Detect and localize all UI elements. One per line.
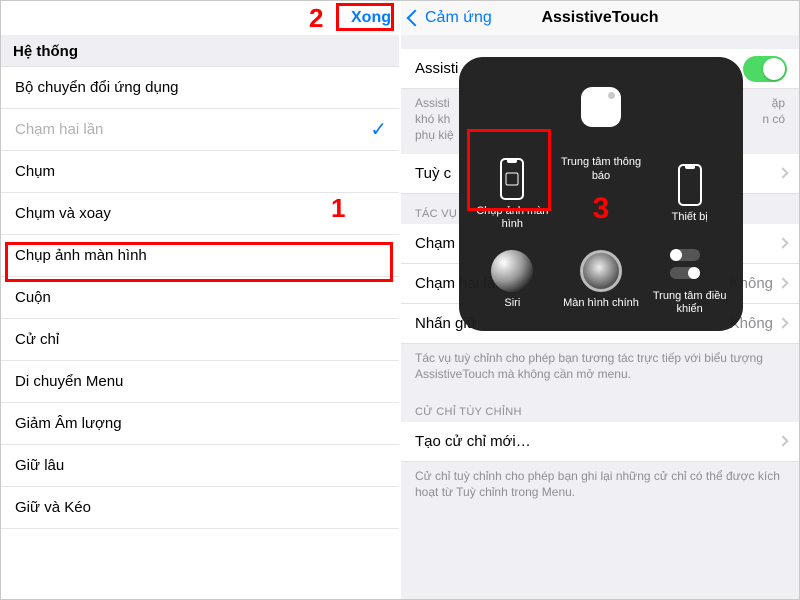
list-item[interactable]: Chụm: [1, 151, 399, 193]
list-item-label: Giữ và Kéo: [15, 499, 91, 516]
screenshot-container: Xong Hệ thống Bộ chuyển đổi ứng dụng Chạ…: [0, 0, 800, 600]
list-item-label: Bộ chuyển đổi ứng dụng: [15, 79, 179, 96]
list-item-screenshot[interactable]: Chụp ảnh màn hình: [1, 235, 399, 277]
list-item-label: Cuộn: [15, 289, 51, 306]
gestures-footer-text: Cử chỉ tuỳ chỉnh cho phép bạn ghi lại nh…: [401, 462, 799, 510]
actions-footer-text: Tác vụ tuỳ chỉnh cho phép bạn tương tác …: [401, 344, 799, 392]
list-item-label: Giữ lâu: [15, 457, 64, 474]
siri-icon: [491, 250, 533, 292]
done-button[interactable]: Xong: [351, 9, 391, 27]
back-button[interactable]: Cảm ứng: [409, 9, 492, 27]
right-pane-assistivetouch-settings: Cảm ứng AssistiveTouch Assisti Assisti k…: [401, 1, 799, 599]
screenshot-icon: [500, 158, 524, 200]
section-header-system: Hệ thống: [1, 35, 399, 67]
chevron-right-icon: [777, 237, 788, 248]
atouch-home[interactable]: Màn hình chính: [558, 238, 645, 321]
atouch-label: Trung tâm thông báo: [558, 156, 645, 182]
chevron-left-icon: [407, 10, 424, 27]
atouch-label: Trung tâm điều khiển: [646, 290, 733, 316]
favorite-icon: [581, 87, 621, 127]
control-center-icon: [670, 249, 710, 279]
left-nav-bar: Xong: [1, 1, 399, 35]
atouch-favorite-slot[interactable]: [558, 67, 645, 150]
atouch-label: Siri: [504, 297, 520, 310]
chevron-right-icon: [777, 436, 788, 447]
chevron-right-icon: [777, 277, 788, 288]
list-item[interactable]: Cuộn: [1, 277, 399, 319]
chevron-right-icon: [777, 167, 788, 178]
atouch-control-center[interactable]: Trung tâm điều khiển: [646, 238, 733, 321]
list-item[interactable]: Di chuyển Menu: [1, 361, 399, 403]
chevron-right-icon: [777, 317, 788, 328]
row-label: Chạm: [415, 235, 455, 252]
list-item-selected[interactable]: Chạm hai lần ✓: [1, 109, 399, 151]
atouch-siri[interactable]: Siri: [469, 238, 556, 321]
assistivetouch-menu-popup: Chụp ảnh màn hình Trung tâm thông báo 3 …: [459, 57, 743, 331]
left-pane-action-picker: Xong Hệ thống Bộ chuyển đổi ứng dụng Chạ…: [1, 1, 399, 599]
list-item-label: Cử chỉ: [15, 331, 59, 348]
list-item-label: Chụm và xoay: [15, 205, 111, 222]
list-item-label: Chạm hai lần: [15, 121, 103, 138]
list-item-label: Giảm Âm lượng: [15, 415, 122, 432]
row-label: Tạo cử chỉ mới…: [415, 433, 531, 450]
atouch-label: Chụp ảnh màn hình: [469, 205, 556, 231]
list-item[interactable]: Giảm Âm lượng: [1, 403, 399, 445]
atouch-screenshot[interactable]: Chụp ảnh màn hình: [469, 152, 556, 235]
step-label-3: 3: [593, 191, 610, 227]
create-gesture-row[interactable]: Tạo cử chỉ mới…: [401, 422, 799, 462]
list-item[interactable]: Chụm và xoay: [1, 193, 399, 235]
checkmark-icon: ✓: [370, 117, 387, 142]
atouch-label: Màn hình chính: [563, 297, 639, 310]
atouch-device[interactable]: Thiết bị: [646, 152, 733, 235]
list-item[interactable]: Bộ chuyển đổi ứng dụng: [1, 67, 399, 109]
back-label: Cảm ứng: [425, 9, 492, 27]
list-item[interactable]: Giữ và Kéo: [1, 487, 399, 529]
row-label: Tuỳ c: [415, 165, 451, 182]
list-item-label: Chụm: [15, 163, 55, 180]
switch-on-icon[interactable]: [743, 56, 787, 82]
list-item-label: Di chuyển Menu: [15, 373, 123, 390]
atouch-label: Thiết bị: [672, 211, 708, 224]
list-item[interactable]: Giữ lâu: [1, 445, 399, 487]
list-item[interactable]: Cử chỉ: [1, 319, 399, 361]
right-nav-bar: Cảm ứng AssistiveTouch: [401, 1, 799, 35]
actions-list: Bộ chuyển đổi ứng dụng Chạm hai lần ✓ Ch…: [1, 67, 399, 529]
list-item-label: Chụp ảnh màn hình: [15, 247, 147, 264]
home-icon: [580, 250, 622, 292]
atouch-notification-center[interactable]: Trung tâm thông báo 3: [558, 152, 645, 235]
section-header-custom-gestures: CỬ CHỈ TÙY CHỈNH: [401, 392, 799, 422]
device-icon: [678, 164, 702, 206]
row-label: Assisti: [415, 60, 458, 77]
